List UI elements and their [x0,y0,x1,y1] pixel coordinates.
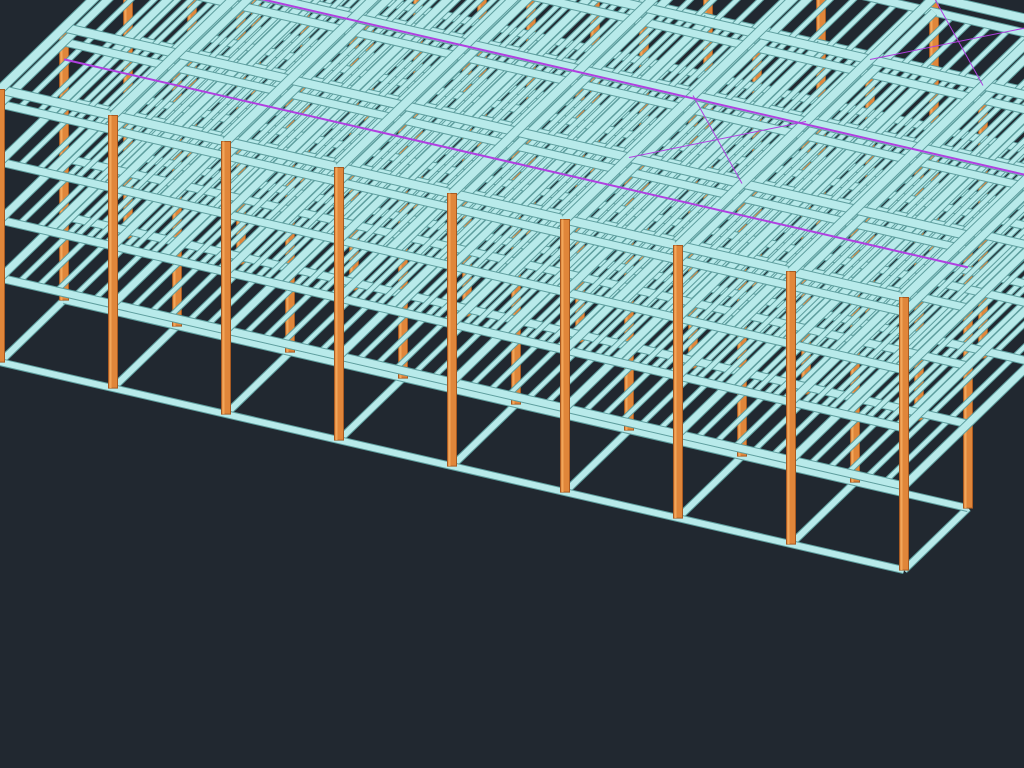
front-column-highlight [674,245,677,519]
structural-model-canvas[interactable] [0,0,1024,768]
front-column-highlight [561,219,564,493]
model-viewport[interactable] [0,0,1024,768]
front-column-highlight [448,193,451,467]
front-column-highlight [222,141,225,415]
front-column-highlight [900,297,903,571]
front-column [0,89,5,363]
front-column-highlight [335,167,338,441]
front-column-highlight [109,115,112,389]
front-column-highlight [787,271,790,545]
